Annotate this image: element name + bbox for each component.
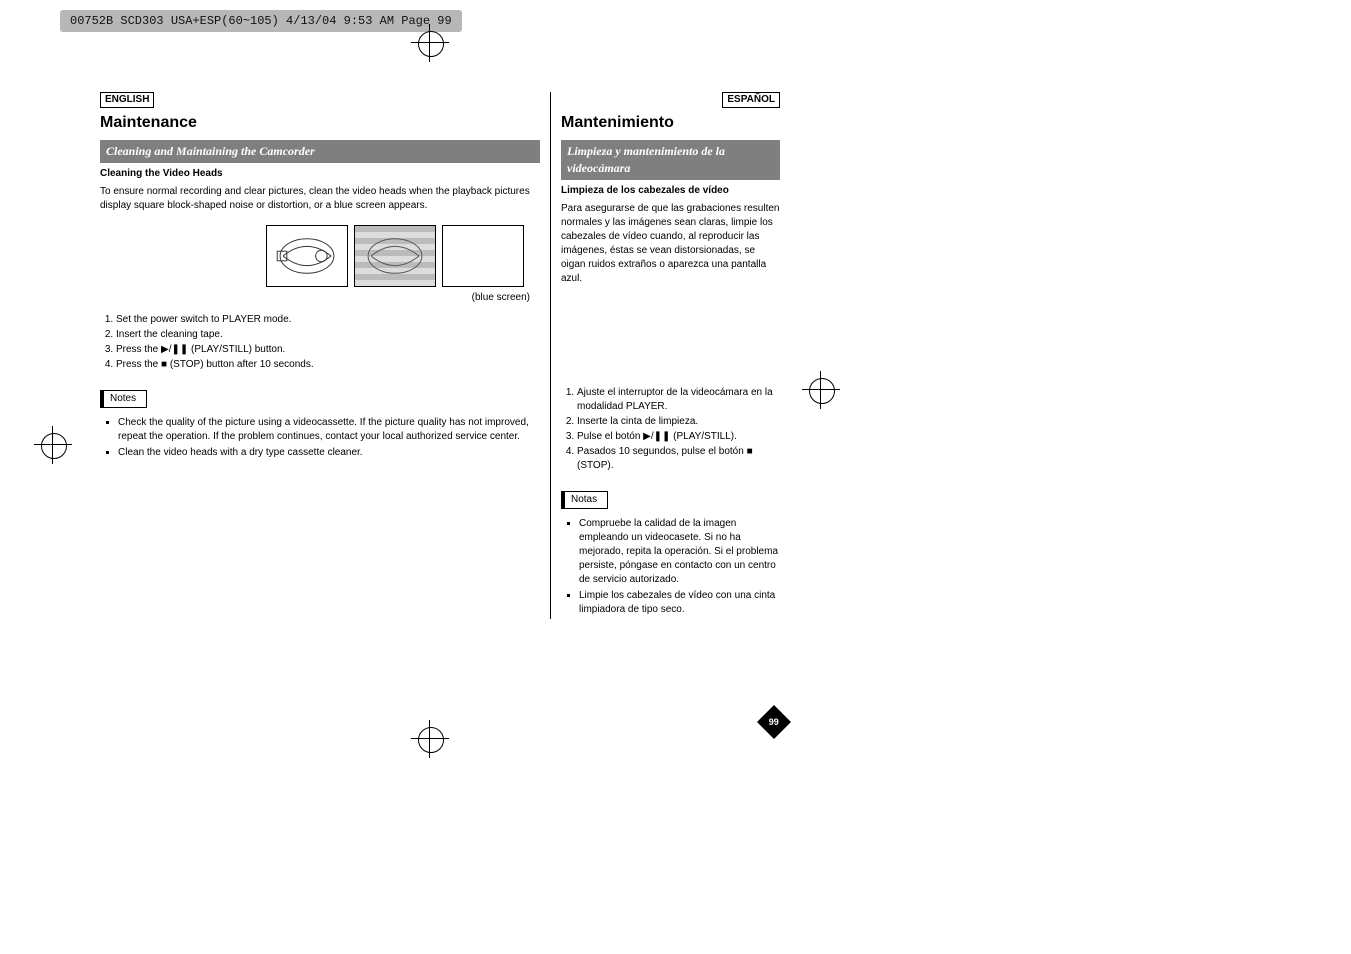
note-item: Check the quality of the picture using a… xyxy=(118,416,540,444)
figure-distorted xyxy=(354,225,436,287)
print-header: 00752B SCD303 USA+ESP(60~105) 4/13/04 9:… xyxy=(60,10,462,32)
sketch-icon xyxy=(361,232,429,280)
crop-mark-left xyxy=(38,430,68,460)
notes-list-spanish: Compruebe la calidad de la imagen emplea… xyxy=(561,517,780,617)
step-item: Inserte la cinta de limpieza. xyxy=(577,415,780,429)
page-number: 99 xyxy=(769,716,779,729)
content-area: ENGLISH Maintenance Cleaning and Maintai… xyxy=(100,92,780,619)
note-item: Compruebe la calidad de la imagen emplea… xyxy=(579,517,780,587)
column-english: ENGLISH Maintenance Cleaning and Maintai… xyxy=(100,92,551,619)
title-english: Maintenance xyxy=(100,112,540,134)
crop-mark-top xyxy=(415,28,445,58)
note-item: Clean the video heads with a dry type ca… xyxy=(118,446,540,460)
step-item: Insert the cleaning tape. xyxy=(116,328,540,342)
steps-list-spanish: Ajuste el interruptor de la videocámara … xyxy=(561,386,780,473)
step-item: Pulse el botón ▶/❚❚ (PLAY/STILL). xyxy=(577,430,780,444)
figure-blue-screen xyxy=(442,225,524,287)
notes-label-spanish: Notas xyxy=(561,491,608,509)
step-item: Ajuste el interruptor de la videocámara … xyxy=(577,386,780,414)
sketch-icon xyxy=(273,232,341,280)
note-item: Limpie los cabezales de vídeo con una ci… xyxy=(579,589,780,617)
subheading-spanish: Limpieza de los cabezales de vídeo xyxy=(561,184,780,198)
page-wrap: 00752B SCD303 USA+ESP(60~105) 4/13/04 9:… xyxy=(0,0,1351,954)
subtitle-bar-spanish: Limpieza y mantenimiento de la videocáma… xyxy=(561,140,780,180)
figure-clean xyxy=(266,225,348,287)
step-item: Press the ▶/❚❚ (PLAY/STILL) button. xyxy=(116,343,540,357)
page-number-badge: 99 xyxy=(757,705,791,739)
step-item: Press the ■ (STOP) button after 10 secon… xyxy=(116,358,540,372)
crop-mark-right xyxy=(806,375,836,405)
subtitle-bar-english: Cleaning and Maintaining the Camcorder xyxy=(100,140,540,163)
notes-list-english: Check the quality of the picture using a… xyxy=(100,416,540,460)
steps-list-english: Set the power switch to PLAYER mode. Ins… xyxy=(100,313,540,372)
crop-mark-bottom xyxy=(415,724,445,754)
column-spanish: ESPAÑOL Mantenimiento Limpieza y manteni… xyxy=(551,92,780,619)
notes-label-english: Notes xyxy=(100,390,147,408)
step-item: Pasados 10 segundos, pulse el botón ■ (S… xyxy=(577,445,780,473)
step-item: Set the power switch to PLAYER mode. xyxy=(116,313,540,327)
lang-label-spanish: ESPAÑOL xyxy=(722,92,780,108)
intro-text-spanish: Para asegurarse de que las grabaciones r… xyxy=(561,202,780,286)
subheading-english: Cleaning the Video Heads xyxy=(100,167,540,181)
lang-label-english: ENGLISH xyxy=(100,92,154,108)
title-spanish: Mantenimiento xyxy=(561,112,780,134)
figure-row xyxy=(260,225,530,287)
figure-caption: (blue screen) xyxy=(260,291,540,305)
intro-text-english: To ensure normal recording and clear pic… xyxy=(100,185,540,213)
